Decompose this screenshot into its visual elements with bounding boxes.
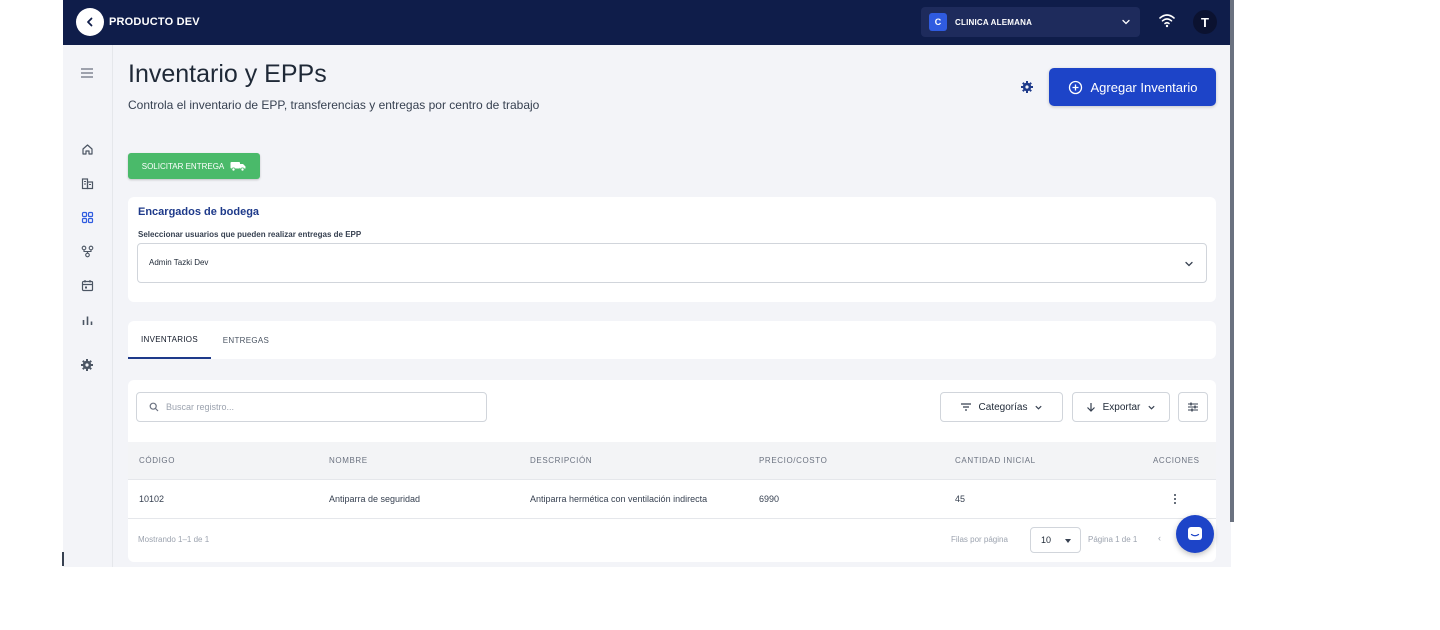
table-row[interactable]: 10102 Antiparra de seguridad Antiparra h… — [128, 480, 1216, 519]
plus-circle-icon — [1068, 80, 1082, 94]
window-edge — [1230, 0, 1234, 522]
caret-down-icon — [1065, 539, 1071, 543]
top-bar: PRODUCTO DEV C CLINICA ALEMANA T — [63, 0, 1231, 45]
cell-nombre: Antiparra de seguridad — [329, 494, 421, 504]
org-name: CLINICA ALEMANA — [955, 17, 1033, 27]
col-precio[interactable]: PRECIO/COSTO — [759, 456, 827, 465]
wifi-icon[interactable] — [1158, 12, 1176, 28]
col-descripcion[interactable]: DESCRIPCIÓN — [530, 456, 592, 465]
app-window: PRODUCTO DEV C CLINICA ALEMANA T Inventa… — [63, 0, 1231, 567]
table-header: CÓDIGO NOMBRE DESCRIPCIÓN PRECIO/COSTO C… — [128, 442, 1216, 480]
chat-button[interactable] — [1176, 515, 1214, 553]
chevron-down-icon — [1122, 19, 1130, 25]
chevron-down-icon — [1185, 261, 1193, 267]
export-button[interactable]: Exportar — [1072, 392, 1170, 422]
selected-user: Admin Tazki Dev — [149, 258, 209, 267]
search-input[interactable] — [166, 402, 466, 412]
warehouse-managers-select[interactable]: Admin Tazki Dev — [137, 243, 1207, 283]
rows-per-page-select[interactable]: 10 — [1030, 527, 1081, 553]
user-avatar[interactable]: T — [1193, 10, 1217, 34]
kebab-icon[interactable] — [1172, 490, 1178, 506]
col-nombre[interactable]: NOMBRE — [329, 456, 368, 465]
gear-icon[interactable] — [79, 357, 95, 373]
buildings-icon[interactable] — [79, 175, 95, 191]
warehouse-managers-card: Encargados de bodega Seleccionar usuario… — [128, 197, 1216, 302]
cell-cantidad: 45 — [955, 494, 966, 504]
app-brand: PRODUCTO DEV — [109, 16, 200, 28]
bar-chart-icon[interactable] — [79, 312, 95, 328]
corner-mark — [62, 552, 64, 566]
col-cantidad[interactable]: CANTIDAD INICIAL — [955, 456, 1036, 465]
back-button[interactable] — [76, 8, 104, 36]
chevron-down-icon — [1148, 405, 1156, 410]
search-icon — [149, 402, 159, 412]
truck-icon — [230, 161, 246, 172]
organization-select[interactable]: C CLINICA ALEMANA — [921, 7, 1140, 37]
categories-button[interactable]: Categorías — [940, 392, 1063, 422]
sidebar — [63, 45, 113, 567]
filter-icon — [960, 403, 971, 411]
download-icon — [1086, 402, 1095, 412]
column-settings-button[interactable] — [1178, 392, 1208, 422]
page-title: Inventario y EPPs — [128, 60, 327, 88]
chevron-down-icon — [1035, 405, 1043, 410]
add-inventory-button[interactable]: Agregar Inventario — [1049, 68, 1216, 106]
inventory-table-card: Categorías Exportar CÓDIGO NOMBRE DESCRI… — [128, 380, 1216, 562]
col-codigo[interactable]: CÓDIGO — [139, 456, 175, 465]
search-box — [136, 392, 487, 422]
chevron-left-icon — [87, 17, 93, 27]
warehouse-managers-label: Seleccionar usuarios que pueden realizar… — [138, 230, 362, 239]
tab-entregas[interactable]: ENTREGAS — [213, 321, 279, 359]
hamburger-icon[interactable] — [79, 65, 95, 81]
page-subtitle: Controla el inventario de EPP, transfere… — [128, 98, 540, 112]
chat-icon — [1188, 527, 1202, 540]
categories-label: Categorías — [978, 401, 1028, 413]
gear-icon[interactable] — [1020, 80, 1034, 94]
tab-inventarios[interactable]: INVENTARIOS — [128, 321, 211, 359]
prev-page-button[interactable]: ‹ — [1158, 533, 1161, 543]
request-delivery-button[interactable]: SOLICITAR ENTREGA — [128, 153, 260, 179]
home-icon[interactable] — [79, 141, 95, 157]
calendar-icon[interactable] — [79, 277, 95, 293]
cell-precio: 6990 — [759, 494, 780, 504]
grid-icon[interactable] — [79, 209, 95, 225]
request-delivery-label: SOLICITAR ENTREGA — [141, 161, 225, 171]
cell-descripcion: Antiparra hermética con ventilación indi… — [530, 494, 708, 504]
sliders-icon — [1188, 402, 1198, 412]
cell-codigo: 10102 — [139, 494, 165, 504]
export-label: Exportar — [1102, 401, 1141, 413]
tabs-bar: INVENTARIOS ENTREGAS — [128, 321, 1216, 359]
rows-per-page-label: Filas por página — [951, 535, 1008, 544]
rows-per-page-value: 10 — [1041, 535, 1052, 545]
col-acciones: ACCIONES — [1153, 456, 1200, 465]
add-inventory-label: Agregar Inventario — [1090, 79, 1198, 95]
page-indicator: Página 1 de 1 — [1088, 535, 1138, 544]
showing-count: Mostrando 1–1 de 1 — [138, 535, 210, 544]
hierarchy-icon[interactable] — [79, 243, 95, 259]
warehouse-managers-title: Encargados de bodega — [138, 206, 260, 218]
org-badge: C — [929, 13, 947, 31]
